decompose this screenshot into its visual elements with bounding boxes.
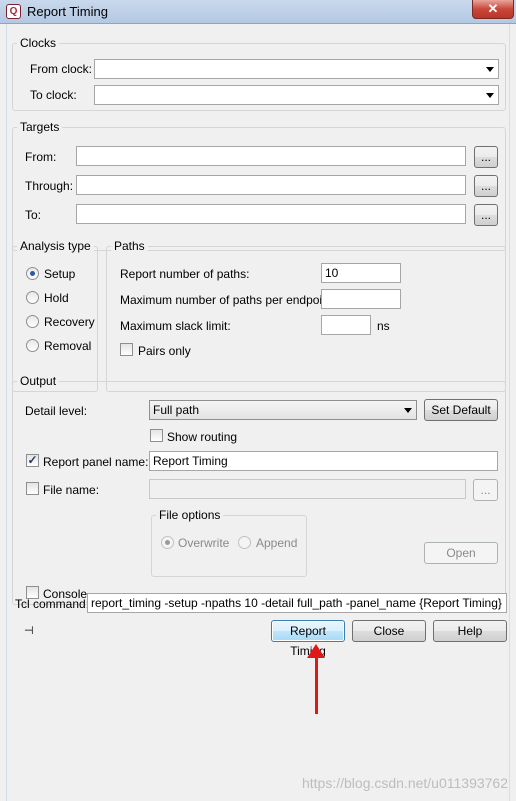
output-group: Output Detail level: Full path Set Defau… xyxy=(12,374,506,605)
targets-from-label: From: xyxy=(25,150,57,164)
targets-through-browse-button[interactable]: ... xyxy=(474,175,498,197)
num-paths-label: Report number of paths: xyxy=(120,267,250,281)
targets-group: Targets From: ... Through: ... To: ... xyxy=(12,120,506,251)
targets-to-browse-button[interactable]: ... xyxy=(474,204,498,226)
pairs-only-checkbox[interactable] xyxy=(120,343,133,356)
clocks-group: Clocks From clock: To clock: xyxy=(12,36,506,111)
targets-from-input[interactable] xyxy=(76,146,466,166)
removal-label: Removal xyxy=(44,339,92,353)
setup-radio[interactable] xyxy=(26,267,39,280)
file-name-label: File name: xyxy=(43,483,100,497)
to-clock-combo[interactable] xyxy=(94,85,499,105)
targets-to-input[interactable] xyxy=(76,204,466,224)
from-clock-label: From clock: xyxy=(30,62,93,76)
hold-radio[interactable] xyxy=(26,291,39,304)
analysis-type-title: Analysis type xyxy=(17,239,94,253)
open-button[interactable]: Open xyxy=(424,542,498,564)
overwrite-radio[interactable] xyxy=(161,536,174,549)
from-clock-combo[interactable] xyxy=(94,59,499,79)
file-name-checkbox[interactable] xyxy=(26,482,39,495)
detail-level-label: Detail level: xyxy=(25,404,88,418)
setup-label: Setup xyxy=(44,267,76,281)
paths-group: Paths Report number of paths: 10 Maximum… xyxy=(106,239,506,392)
report-timing-button[interactable]: Report Timing xyxy=(271,620,345,658)
paths-title: Paths xyxy=(111,239,148,253)
targets-group-title: Targets xyxy=(17,120,63,134)
set-default-button[interactable]: Set Default xyxy=(424,399,498,421)
hold-label: Hold xyxy=(44,291,69,305)
max-slack-label: Maximum slack limit: xyxy=(120,319,231,333)
show-routing-label: Show routing xyxy=(167,430,238,444)
help-button[interactable]: Help xyxy=(433,620,507,642)
overwrite-label: Overwrite xyxy=(178,536,230,550)
clocks-group-title: Clocks xyxy=(17,36,60,50)
tcl-command-input[interactable]: report_timing -setup -npaths 10 -detail … xyxy=(87,593,507,613)
detail-level-value: Full path xyxy=(153,403,200,417)
recovery-radio[interactable] xyxy=(26,315,39,328)
annotation-arrow-line xyxy=(315,652,318,714)
show-routing-checkbox[interactable] xyxy=(150,429,163,442)
targets-through-input[interactable] xyxy=(76,175,466,195)
window-close-button[interactable]: ✕ xyxy=(472,0,514,19)
close-button[interactable]: Close xyxy=(352,620,426,642)
to-clock-label: To clock: xyxy=(30,88,77,102)
file-options-title: File options xyxy=(156,508,224,522)
title-bar: Q Report Timing ✕ xyxy=(0,0,516,24)
chevron-down-icon xyxy=(486,67,494,72)
recovery-label: Recovery xyxy=(44,315,95,329)
file-name-browse-button[interactable]: ... xyxy=(473,479,498,501)
max-per-endpoint-input[interactable] xyxy=(321,289,401,309)
pairs-only-label: Pairs only xyxy=(138,344,191,358)
pin-icon[interactable]: ⊣ xyxy=(24,624,34,637)
removal-radio[interactable] xyxy=(26,339,39,352)
max-per-endpoint-label: Maximum number of paths per endpoint: xyxy=(120,293,336,307)
targets-through-label: Through: xyxy=(25,179,74,193)
detail-level-combo[interactable]: Full path xyxy=(149,400,417,420)
window-title: Report Timing xyxy=(27,4,108,19)
max-slack-input[interactable] xyxy=(321,315,371,335)
file-options-group: File options Overwrite Append xyxy=(151,508,307,577)
chevron-down-icon xyxy=(486,93,494,98)
targets-to-label: To: xyxy=(25,208,42,222)
report-panel-checkbox[interactable]: ✓ xyxy=(26,454,39,467)
chevron-down-icon xyxy=(404,408,412,413)
report-panel-input[interactable]: Report Timing xyxy=(149,451,498,471)
watermark: https://blog.csdn.net/u011393762 xyxy=(301,775,508,791)
targets-from-browse-button[interactable]: ... xyxy=(474,146,498,168)
tcl-command-label: Tcl command: xyxy=(15,597,90,611)
append-label: Append xyxy=(256,536,298,550)
report-panel-label: Report panel name: xyxy=(43,455,149,469)
num-paths-input[interactable]: 10 xyxy=(321,263,401,283)
dialog-body: Clocks From clock: To clock: Targets Fro… xyxy=(6,24,510,801)
output-title: Output xyxy=(17,374,60,388)
slack-unit-label: ns xyxy=(377,319,390,333)
file-name-input[interactable] xyxy=(149,479,466,499)
app-icon: Q xyxy=(6,4,21,19)
analysis-type-group: Analysis type Setup Hold Recovery Remova… xyxy=(12,239,98,392)
append-radio[interactable] xyxy=(238,536,251,549)
